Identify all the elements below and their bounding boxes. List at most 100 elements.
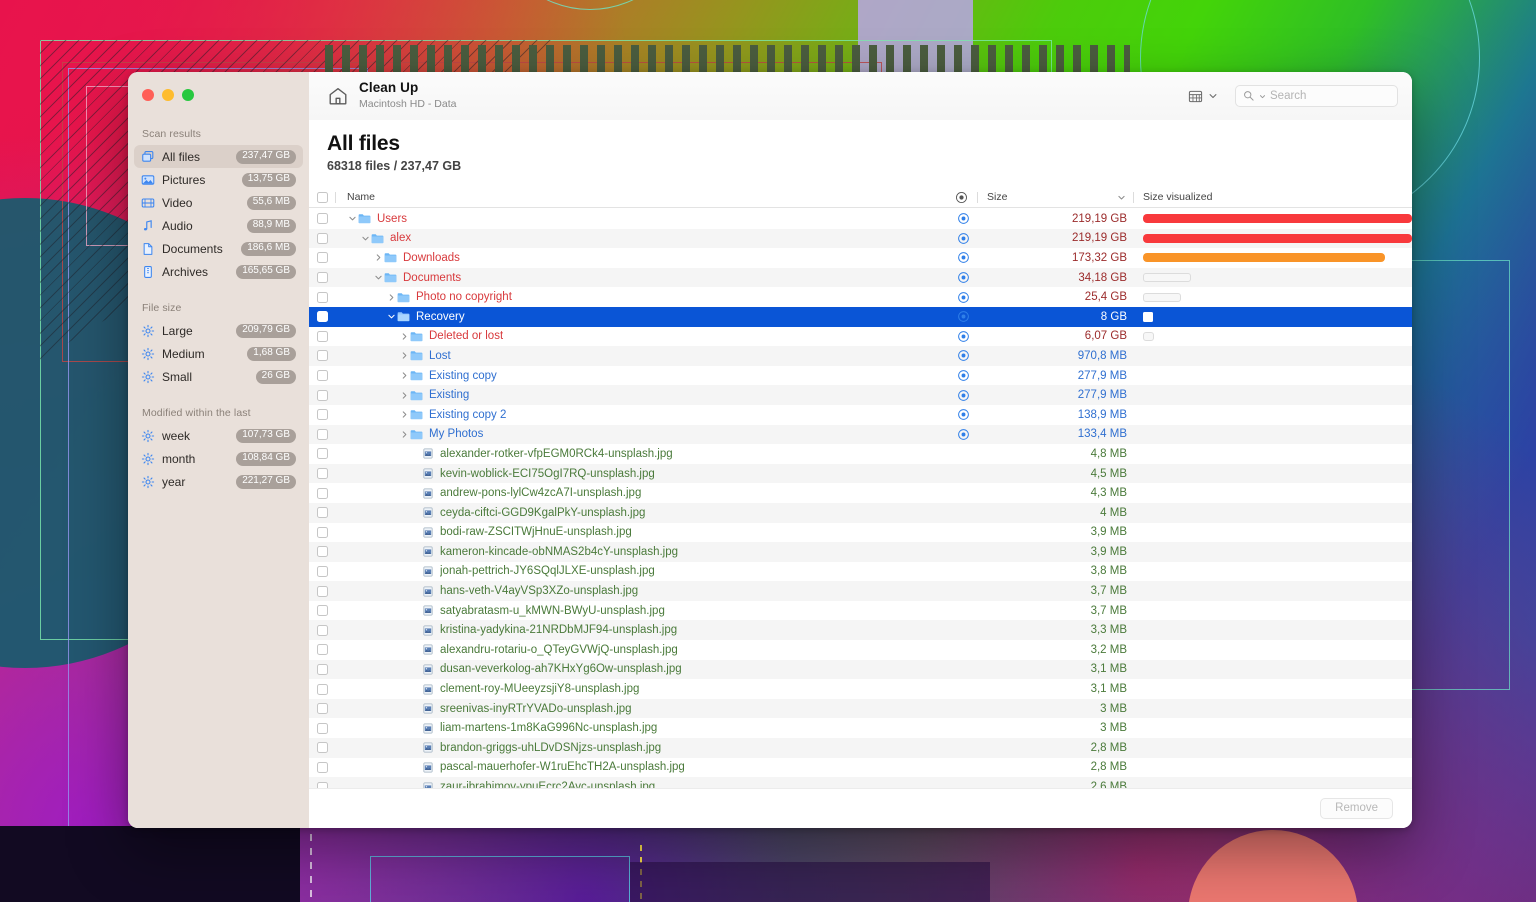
- table-row[interactable]: Deleted or lost 6,07 GB: [309, 327, 1412, 347]
- row-visibility-toggle[interactable]: [948, 369, 979, 382]
- column-header-size[interactable]: Size: [987, 191, 1007, 203]
- table-row[interactable]: Existing copy 2 138,9 MB: [309, 405, 1412, 425]
- row-checkbox[interactable]: [309, 663, 335, 675]
- minimize-button[interactable]: [162, 89, 174, 101]
- table-row[interactable]: Downloads 173,32 GB: [309, 248, 1412, 268]
- row-checkbox[interactable]: [309, 507, 335, 519]
- row-checkbox[interactable]: [309, 761, 335, 773]
- row-visibility-toggle[interactable]: [948, 232, 979, 245]
- row-visibility-toggle[interactable]: [948, 271, 979, 284]
- row-visibility-toggle[interactable]: [948, 428, 979, 441]
- sidebar-item-week[interactable]: week 107,73 GB: [134, 424, 303, 447]
- row-checkbox[interactable]: [309, 272, 335, 284]
- sidebar-item-all-files[interactable]: All files 237,47 GB: [134, 145, 303, 168]
- column-header-size-visualized[interactable]: Size visualized: [1134, 187, 1412, 207]
- table-row[interactable]: clement-roy-MUeeyzsjiY8-unsplash.jpg 3,1 …: [309, 679, 1412, 699]
- table-row[interactable]: satyabratasm-u_kMWN-BWyU-unsplash.jpg 3,7…: [309, 601, 1412, 621]
- table-row[interactable]: alex 219,19 GB: [309, 228, 1412, 249]
- row-checkbox[interactable]: [309, 291, 335, 303]
- chevron-right-icon[interactable]: [398, 430, 410, 439]
- row-checkbox[interactable]: [309, 330, 335, 342]
- table-row[interactable]: Lost 970,8 MB: [309, 346, 1412, 366]
- chevron-right-icon[interactable]: [372, 253, 384, 262]
- row-visibility-toggle[interactable]: [948, 212, 979, 225]
- row-checkbox[interactable]: [309, 624, 335, 636]
- row-checkbox[interactable]: [309, 468, 335, 480]
- table-row[interactable]: Users 219,19 GB: [309, 209, 1412, 229]
- chevron-right-icon[interactable]: [398, 371, 410, 380]
- table-row[interactable]: My Photos 133,4 MB: [309, 424, 1412, 445]
- chevron-right-icon[interactable]: [385, 293, 397, 302]
- table-row[interactable]: kameron-kincade-obNMAS2b4cY-unsplash.jpg…: [309, 542, 1412, 562]
- table-row[interactable]: liam-martens-1m8KaG996Nc-unsplash.jpg 3 M…: [309, 718, 1412, 738]
- chevron-down-icon[interactable]: [359, 234, 371, 243]
- sidebar-item-video[interactable]: Video 55,6 MB: [134, 191, 303, 214]
- row-visibility-toggle[interactable]: [948, 408, 979, 421]
- sidebar-item-month[interactable]: month 108,84 GB: [134, 447, 303, 470]
- row-checkbox[interactable]: [309, 703, 335, 715]
- column-header-visibility[interactable]: [946, 187, 977, 207]
- chevron-right-icon[interactable]: [398, 410, 410, 419]
- table-row[interactable]: andrew-pons-lylCw4zcA7I-unsplash.jpg 4,3 …: [309, 483, 1412, 503]
- table-row[interactable]: ceyda-ciftci-GGD9KgalPkY-unsplash.jpg 4 M…: [309, 502, 1412, 523]
- row-visibility-toggle[interactable]: [948, 349, 979, 362]
- close-button[interactable]: [142, 89, 154, 101]
- chevron-down-icon[interactable]: [372, 273, 384, 282]
- sidebar-item-documents[interactable]: Documents 186,6 MB: [134, 237, 303, 260]
- row-checkbox[interactable]: [309, 683, 335, 695]
- row-checkbox[interactable]: [309, 213, 335, 225]
- sidebar-item-medium[interactable]: Medium 1,68 GB: [134, 342, 303, 365]
- table-row[interactable]: brandon-griggs-uhLDvDSNjzs-unsplash.jpg 2…: [309, 738, 1412, 758]
- table-row[interactable]: dusan-veverkolog-ah7KHxYg6Ow-unsplash.jp…: [309, 659, 1412, 680]
- table-row[interactable]: Recovery 8 GB: [309, 306, 1412, 327]
- table-row[interactable]: alexander-rotker-vfpEGM0RCk4-unsplash.jp…: [309, 444, 1412, 464]
- select-all-checkbox[interactable]: [309, 187, 335, 207]
- view-switch-button[interactable]: [1188, 89, 1218, 104]
- remove-button[interactable]: Remove: [1320, 798, 1393, 819]
- table-row[interactable]: pascal-mauerhofer-W1ruEhcTH2A-unsplash.j…: [309, 758, 1412, 778]
- row-checkbox[interactable]: [309, 487, 335, 499]
- row-checkbox[interactable]: [309, 526, 335, 538]
- row-checkbox[interactable]: [309, 644, 335, 656]
- table-row[interactable]: hans-veth-V4ayVSp3XZo-unsplash.jpg 3,7 MB: [309, 581, 1412, 601]
- chevron-right-icon[interactable]: [398, 351, 410, 360]
- table-row[interactable]: kristina-yadykina-21NRDbMJF94-unsplash.j…: [309, 620, 1412, 641]
- row-checkbox[interactable]: [309, 350, 335, 362]
- row-visibility-toggle[interactable]: [948, 389, 979, 402]
- table-row[interactable]: Existing copy 277,9 MB: [309, 366, 1412, 386]
- row-visibility-toggle[interactable]: [948, 330, 979, 343]
- table-row[interactable]: alexandru-rotariu-o_QTeyGVWjQ-unsplash.j…: [309, 640, 1412, 660]
- table-row[interactable]: zaur-ibrahimov-ypuEcrc2Avc-unsplash.jpg 2…: [309, 777, 1412, 788]
- row-checkbox[interactable]: [309, 605, 335, 617]
- row-checkbox[interactable]: [309, 370, 335, 382]
- chevron-right-icon[interactable]: [398, 391, 410, 400]
- chevron-right-icon[interactable]: [398, 332, 410, 341]
- sidebar-item-large[interactable]: Large 209,79 GB: [134, 319, 303, 342]
- search-input[interactable]: Search: [1235, 85, 1398, 107]
- table-row[interactable]: kevin-woblick-ECI75OgI7RQ-unsplash.jpg 4,…: [309, 463, 1412, 484]
- sidebar-item-audio[interactable]: Audio 88,9 MB: [134, 214, 303, 237]
- row-checkbox[interactable]: [309, 565, 335, 577]
- sidebar-item-small[interactable]: Small 26 GB: [134, 365, 303, 388]
- row-checkbox[interactable]: [309, 742, 335, 754]
- table-row[interactable]: Existing 277,9 MB: [309, 385, 1412, 405]
- home-icon[interactable]: [327, 85, 349, 107]
- row-visibility-toggle[interactable]: [948, 291, 979, 304]
- row-checkbox[interactable]: [309, 448, 335, 460]
- table-row[interactable]: sreenivas-inyRTrYVADo-unsplash.jpg 3 MB: [309, 698, 1412, 719]
- row-checkbox[interactable]: [309, 722, 335, 734]
- table-row[interactable]: Documents 34,18 GB: [309, 267, 1412, 288]
- row-visibility-toggle[interactable]: [948, 310, 979, 323]
- row-checkbox[interactable]: [309, 546, 335, 558]
- row-checkbox[interactable]: [309, 585, 335, 597]
- row-checkbox[interactable]: [309, 252, 335, 264]
- row-checkbox[interactable]: [309, 781, 335, 788]
- row-checkbox[interactable]: [309, 428, 335, 440]
- row-visibility-toggle[interactable]: [948, 251, 979, 264]
- sidebar-item-archives[interactable]: Archives 165,65 GB: [134, 260, 303, 283]
- column-header-name[interactable]: Name: [336, 187, 946, 207]
- row-checkbox[interactable]: [309, 311, 335, 323]
- row-checkbox[interactable]: [309, 389, 335, 401]
- row-checkbox[interactable]: [309, 232, 335, 244]
- zoom-button[interactable]: [182, 89, 194, 101]
